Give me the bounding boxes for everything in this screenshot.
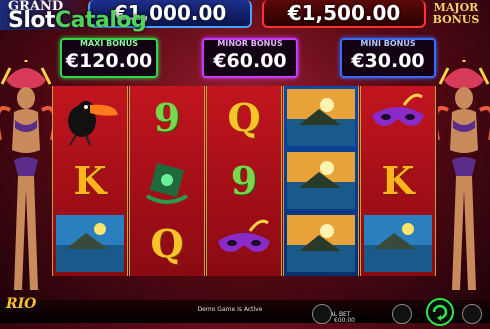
symbol-q: Q	[150, 221, 184, 266]
symbol-pyramid	[284, 86, 358, 149]
minor-bonus-label: MINOR BONUS	[217, 39, 283, 48]
major-jackpot-label: MAJOR BONUS	[432, 1, 480, 26]
symbol-pyramid	[361, 212, 435, 275]
spin-button[interactable]	[426, 298, 454, 326]
gem-idol-icon	[145, 162, 189, 204]
pyramid-icon	[287, 89, 355, 146]
game-logo: RIO	[6, 296, 37, 312]
symbol-gem-idol	[130, 149, 204, 212]
pyramid-icon	[56, 215, 124, 272]
symbol-mask	[207, 212, 281, 275]
reels-area: K 9 Q Q 9 K	[52, 86, 436, 276]
symbol-9: 9	[230, 158, 258, 203]
mini-bonus-label: MINI BONUS	[360, 39, 416, 48]
symbol-k: K	[381, 158, 415, 203]
pyramid-icon	[364, 215, 432, 272]
bet-decrease-button[interactable]	[312, 304, 332, 324]
mask-icon	[372, 93, 424, 126]
major-jackpot-value: €1,500.00	[262, 0, 426, 28]
site-logo: SlotCatalog	[8, 8, 147, 33]
minor-bonus-value: €60.00	[213, 50, 287, 72]
spin-arrow-icon	[432, 304, 448, 321]
maxi-bonus-panel: MAXI BONUS €120.00	[60, 38, 158, 78]
symbol-mask	[361, 86, 435, 149]
minor-bonus-panel: MINOR BONUS €60.00	[202, 38, 298, 78]
site-logo-suffix: Catalog	[55, 8, 147, 33]
symbol-pyramid	[53, 212, 127, 275]
reel-3: Q 9	[206, 86, 282, 276]
autoplay-button[interactable]	[462, 304, 482, 324]
symbol-k: K	[73, 158, 107, 203]
demo-status-text: Demo Game Is Active	[197, 306, 263, 313]
reel-4	[283, 86, 359, 276]
reel-1: K	[52, 86, 128, 276]
symbol-toucan	[53, 86, 127, 149]
maxi-bonus-label: MAXI BONUS	[80, 39, 138, 48]
right-dancer-image	[438, 60, 490, 290]
reel-2: 9 Q	[129, 86, 205, 276]
symbol-q: Q	[227, 95, 261, 140]
pyramid-icon	[287, 215, 355, 272]
symbol-9: 9	[153, 95, 181, 140]
symbol-pyramid	[284, 149, 358, 212]
left-dancer-image	[0, 60, 52, 290]
mini-bonus-panel: MINI BONUS €30.00	[340, 38, 436, 78]
symbol-pyramid	[284, 212, 358, 275]
bet-increase-button[interactable]	[392, 304, 412, 324]
site-logo-prefix: Slot	[8, 8, 56, 33]
maxi-bonus-value: €120.00	[65, 50, 153, 72]
pyramid-icon	[287, 152, 355, 209]
reel-5: K	[360, 86, 436, 276]
mini-bonus-value: €30.00	[351, 50, 425, 72]
toucan-icon	[68, 101, 118, 146]
mask-icon	[218, 219, 270, 252]
